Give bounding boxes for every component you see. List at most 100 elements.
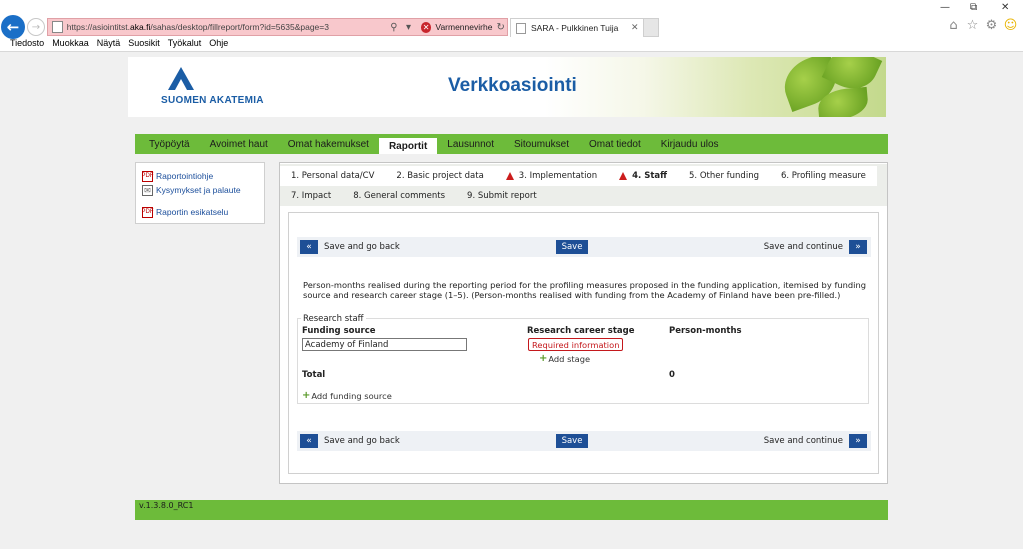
sidebar-item-feedback[interactable]: ✉ Kysymykset ja palaute (142, 183, 264, 197)
add-funding-source-link[interactable]: + Add funding source (302, 390, 392, 401)
back-button[interactable]: « (300, 434, 318, 448)
menu-item[interactable]: Suosikit (128, 38, 160, 52)
forward-arrow-icon[interactable]: → (27, 18, 45, 36)
menu-item[interactable]: Tiedosto (10, 38, 44, 52)
nav-item[interactable]: Raportit (378, 138, 438, 154)
step-tab[interactable]: 6. Profiling measure (769, 166, 877, 186)
url-text[interactable]: https://asiointitst.aka.fi/sahas/desktop… (67, 22, 386, 32)
nav-item[interactable]: Omat tiedot (579, 134, 651, 154)
sidebar-item-preview[interactable]: PDF Raportin esikatselu (142, 205, 264, 219)
window-close-icon[interactable]: ✕ (1001, 2, 1009, 13)
sidebar: PDF Raportointiohje ✉ Kysymykset ja palaut… (135, 162, 265, 224)
site-banner: SUOMEN AKATEMIA Verkkoasiointi (128, 57, 886, 117)
plus-icon: + (302, 390, 311, 401)
save-and-go-back-link[interactable]: Save and go back (324, 242, 400, 252)
new-tab-button[interactable] (643, 18, 659, 37)
logo-inner (175, 79, 187, 90)
refresh-icon[interactable]: ↻ (494, 22, 507, 33)
nav-item[interactable]: Lausunnot (437, 134, 504, 154)
search-icon[interactable]: ⚲ (388, 22, 401, 33)
home-icon[interactable]: ⌂ (946, 18, 961, 33)
warning-icon (619, 172, 628, 180)
step-tab[interactable]: 7. Impact (280, 186, 342, 206)
continue-button[interactable]: » (849, 434, 867, 448)
bottom-action-bar: « Save and go back Save Save and continu… (297, 431, 871, 451)
back-arrow-icon[interactable]: ← (1, 15, 25, 39)
star-icon[interactable]: ☆ (965, 18, 980, 33)
menu-item[interactable]: Muokkaa (52, 38, 89, 52)
step-tab-label: 3. Implementation (518, 171, 598, 181)
step-tab[interactable]: 5. Other funding (678, 166, 770, 186)
certificate-error-icon[interactable]: ✕ (420, 21, 432, 33)
continue-button[interactable]: » (849, 240, 867, 254)
close-icon[interactable]: ✕ (631, 23, 639, 33)
add-stage-label: Add stage (548, 353, 591, 364)
dropdown-icon[interactable]: ▾ (402, 22, 415, 33)
back-button[interactable]: « (300, 240, 318, 254)
nav-item[interactable]: Omat hakemukset (278, 134, 379, 154)
step-tab[interactable]: 8. General comments (342, 186, 456, 206)
save-and-continue-link[interactable]: Save and continue (764, 242, 843, 252)
column-header-funding: Funding source (302, 326, 376, 336)
staff-description: Person-months realised during the report… (303, 280, 866, 300)
step-tab[interactable]: 3. Implementation (494, 166, 609, 186)
total-value: 0 (669, 370, 675, 380)
step-tab[interactable]: 1. Personal data/CV (280, 166, 386, 186)
main-nav: Työpöytä Avoimet haut Omat hakemukset Rapor… (135, 134, 888, 154)
nav-item[interactable]: Työpöytä (139, 134, 200, 154)
plus-icon: + (539, 353, 548, 364)
page-icon (52, 21, 63, 33)
menu-bar: Tiedosto Muokkaa Näytä Suosikit Työkalut Ohje (0, 38, 228, 52)
step-tab[interactable]: 4. Staff (608, 166, 679, 186)
menu-item[interactable]: Työkalut (168, 38, 202, 52)
add-funding-label: Add funding source (311, 390, 392, 401)
nav-item[interactable]: Avoimet haut (200, 134, 278, 154)
save-and-continue-link[interactable]: Save and continue (764, 436, 843, 446)
minimize-icon[interactable]: — (940, 2, 950, 13)
save-and-go-back-link[interactable]: Save and go back (324, 436, 400, 446)
nav-item[interactable]: Sitoumukset (504, 134, 579, 154)
address-bar[interactable]: https://asiointitst.aka.fi/sahas/desktop… (47, 18, 508, 36)
step-tab-label: 1. Personal data/CV (291, 171, 375, 181)
sidebar-item-label: Kysymykset ja palaute (156, 185, 241, 195)
menu-item[interactable]: Ohje (209, 38, 228, 52)
required-information-badge[interactable]: Required information (528, 338, 624, 351)
continue-group: Save and continue » (758, 434, 867, 448)
browser-tab[interactable]: SARA - Pulkkinen Tuija ✕ (510, 18, 644, 37)
save-button[interactable]: Save (556, 434, 588, 448)
footer: v.1.3.8.0_RC1 (135, 500, 888, 520)
mail-icon: ✉ (142, 184, 153, 196)
sidebar-item-label: Raportointiohje (156, 171, 214, 181)
step-tab-label: 5. Other funding (689, 171, 759, 181)
step-tabs-row-1: 1. Personal data/CV 2. Basic project data… (280, 166, 877, 186)
add-stage-link[interactable]: + Add stage (539, 353, 590, 364)
certificate-error-text[interactable]: Varmennevirhe (435, 22, 492, 32)
step-tab[interactable]: 2. Basic project data (385, 166, 495, 186)
step-tab[interactable]: 9. Submit report (456, 186, 548, 206)
section-title: Research staff (301, 314, 366, 324)
step-tab-label: 6. Profiling measure (780, 171, 866, 181)
sidebar-item-reporting-guide[interactable]: PDF Raportointiohje (142, 169, 264, 183)
pdf-icon: PDF (142, 206, 154, 218)
gear-icon[interactable]: ⚙ (984, 18, 999, 33)
smiley-icon[interactable]: ☺ (1003, 18, 1018, 33)
funding-source-input[interactable]: Academy of Finland (302, 338, 467, 351)
tab-title: SARA - Pulkkinen Tuija (531, 23, 619, 33)
top-action-bar: « Save and go back Save Save and continu… (297, 237, 871, 257)
total-label: Total (302, 370, 326, 380)
column-header-person-months: Person-months (669, 326, 742, 336)
pdf-icon: PDF (142, 170, 154, 182)
menu-item[interactable]: Näytä (97, 38, 121, 52)
warning-icon (505, 172, 514, 180)
step-tab-label: 2. Basic project data (396, 171, 484, 181)
continue-group: Save and continue » (758, 240, 867, 254)
browser-chrome: ← → https://asiointitst.aka.fi/sahas/des… (0, 0, 1023, 52)
restore-icon[interactable]: ⧉ (970, 2, 977, 13)
tab-page-icon (516, 22, 526, 34)
nav-item[interactable]: Kirjaudu ulos (651, 134, 729, 154)
sidebar-item-label: Raportin esikatselu (156, 207, 229, 217)
column-header-stage: Research career stage (527, 326, 635, 336)
save-button[interactable]: Save (556, 240, 588, 254)
step-tabs-row-2: 7. Impact 8. General comments 9. Submit re… (280, 186, 548, 206)
browser-toolbar-icons: ⌂ ☆ ⚙ ☺ (946, 18, 1018, 33)
